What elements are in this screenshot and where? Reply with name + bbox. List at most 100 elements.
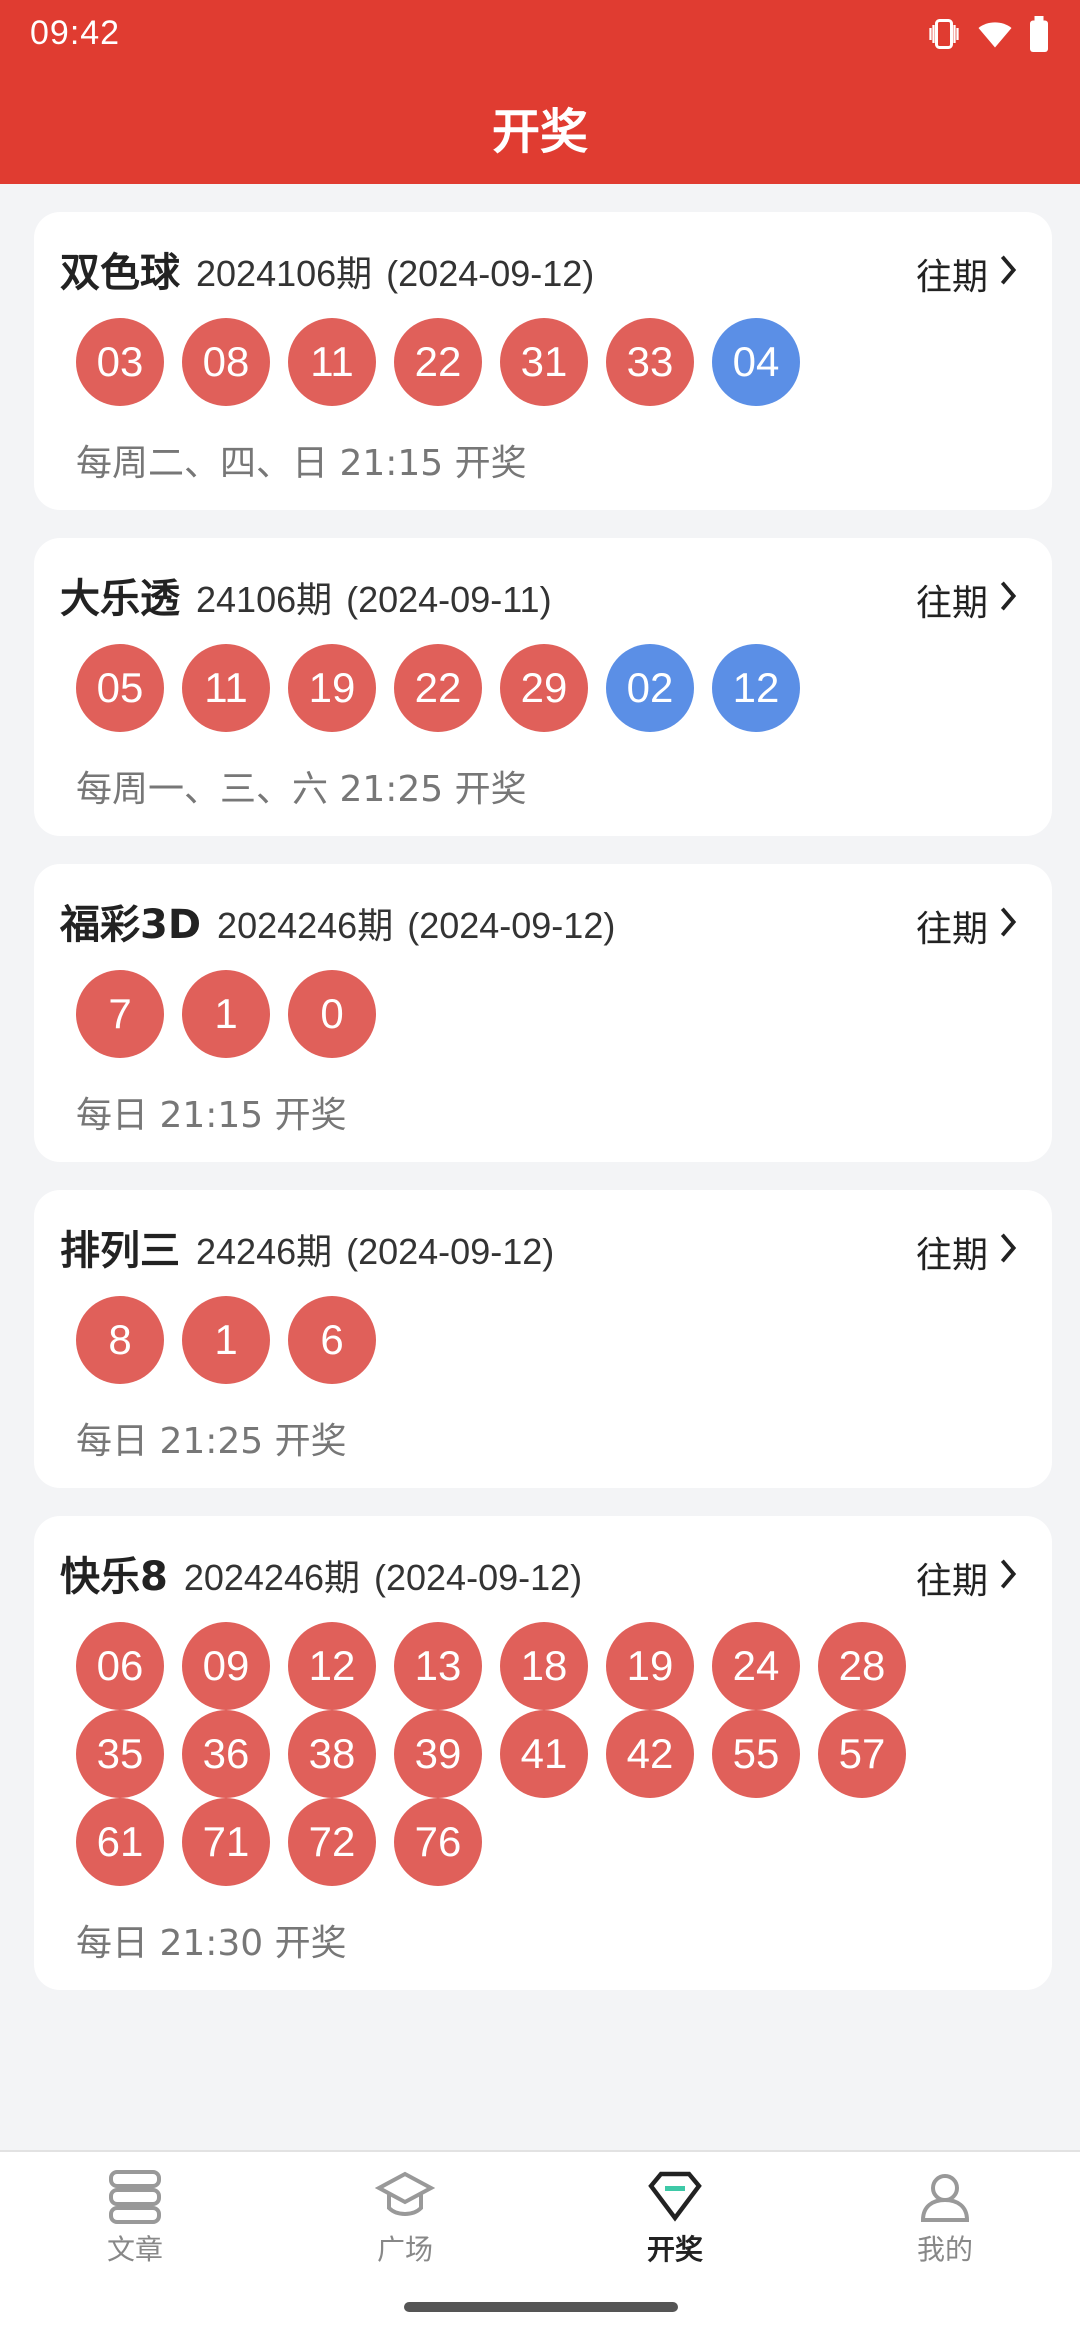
draw-schedule: 每日 21:30 开奖 [76, 1923, 347, 1964]
red-ball: 39 [394, 1710, 482, 1798]
lottery-issue: 24246期 [196, 1231, 333, 1272]
lottery-list: 双色球 2024106期 (2024-09-12) 往期 03 08 11 22… [34, 212, 1052, 2018]
ball-row: 05 11 19 22 29 02 12 [60, 644, 1000, 732]
nav-item-articles[interactable]: 文章 [35, 2168, 235, 2268]
lottery-date: (2024-09-11) [346, 579, 552, 620]
chevron-right-icon [998, 253, 1018, 296]
history-link[interactable]: 往期 [916, 248, 1018, 300]
lottery-issue: 2024246期 [217, 905, 394, 946]
nav-label: 我的 [916, 2233, 973, 2266]
red-ball: 6 [288, 1296, 376, 1384]
home-indicator[interactable] [404, 2302, 678, 2312]
draw-schedule: 每日 21:25 开奖 [76, 1421, 347, 1462]
red-ball: 55 [712, 1710, 800, 1798]
red-ball: 71 [182, 1798, 270, 1886]
red-ball: 76 [394, 1798, 482, 1886]
red-ball: 72 [288, 1798, 376, 1886]
nav-label: 开奖 [646, 2233, 703, 2266]
red-ball: 35 [76, 1710, 164, 1798]
red-ball: 11 [288, 318, 376, 406]
lottery-name: 大乐透 [60, 576, 180, 622]
red-ball: 41 [500, 1710, 588, 1798]
lottery-name: 排列三 [60, 1228, 180, 1274]
red-ball: 8 [76, 1296, 164, 1384]
red-ball: 36 [182, 1710, 270, 1798]
blue-ball: 02 [606, 644, 694, 732]
history-label: 往期 [915, 257, 988, 298]
lottery-date: (2024-09-12) [374, 1557, 583, 1598]
vibrate-icon [926, 16, 962, 52]
lottery-card-ssq[interactable]: 双色球 2024106期 (2024-09-12) 往期 03 08 11 22… [34, 212, 1052, 510]
red-ball: 7 [76, 970, 164, 1058]
page-title: 开奖 [491, 104, 588, 160]
lottery-card-kl8[interactable]: 快乐8 2024246期 (2024-09-12) 往期 06 09 12 13… [34, 1516, 1052, 1990]
red-ball: 24 [712, 1622, 800, 1710]
wifi-icon [976, 16, 1014, 52]
lottery-issue: 24106期 [196, 579, 333, 620]
red-ball: 19 [606, 1622, 694, 1710]
ball-row: 03 08 11 22 31 33 04 [60, 318, 1000, 406]
red-ball: 13 [394, 1622, 482, 1710]
red-ball: 06 [76, 1622, 164, 1710]
history-label: 往期 [915, 1561, 988, 1602]
red-ball: 05 [76, 644, 164, 732]
chevron-right-icon [998, 579, 1018, 622]
nav-item-lottery[interactable]: 开奖 [575, 2168, 775, 2268]
red-ball: 22 [394, 644, 482, 732]
lottery-card-fc3d[interactable]: 福彩3D 2024246期 (2024-09-12) 往期 7 1 0 每日 2… [34, 864, 1052, 1162]
lottery-name: 快乐8 [60, 1554, 168, 1600]
history-link[interactable]: 往期 [916, 900, 1018, 952]
red-ball: 61 [76, 1798, 164, 1886]
chevron-right-icon [998, 1231, 1018, 1274]
history-link[interactable]: 往期 [916, 1226, 1018, 1278]
lottery-name: 福彩3D [60, 902, 202, 948]
article-icon [35, 2168, 235, 2224]
red-ball: 29 [500, 644, 588, 732]
red-ball: 33 [606, 318, 694, 406]
red-ball: 11 [182, 644, 270, 732]
lottery-date: (2024-09-12) [346, 1231, 555, 1272]
lottery-issue: 2024246期 [183, 1557, 360, 1598]
history-link[interactable]: 往期 [916, 574, 1018, 626]
red-ball: 18 [500, 1622, 588, 1710]
history-link[interactable]: 往期 [916, 1552, 1018, 1604]
red-ball: 19 [288, 644, 376, 732]
nav-item-square[interactable]: 广场 [305, 2168, 505, 2268]
status-bar: 09:42 [0, 0, 1080, 72]
draw-schedule: 每日 21:15 开奖 [76, 1095, 347, 1136]
blue-ball: 04 [712, 318, 800, 406]
history-label: 往期 [915, 1235, 988, 1276]
profile-icon [845, 2168, 1045, 2224]
square-icon [305, 2168, 505, 2224]
red-ball: 38 [288, 1710, 376, 1798]
ball-grid: 06 09 12 13 18 19 24 28 35 36 38 39 41 4… [60, 1622, 1000, 1886]
nav-label: 文章 [106, 2233, 163, 2266]
nav-item-profile[interactable]: 我的 [845, 2168, 1045, 2268]
status-icons [926, 16, 1050, 52]
status-time: 09:42 [30, 14, 121, 52]
ball-row: 8 1 6 [60, 1296, 1000, 1384]
history-label: 往期 [915, 583, 988, 624]
lottery-card-dlt[interactable]: 大乐透 24106期 (2024-09-11) 往期 05 11 19 22 2… [34, 538, 1052, 836]
red-ball: 31 [500, 318, 588, 406]
history-label: 往期 [915, 909, 988, 950]
battery-icon [1028, 16, 1050, 52]
red-ball: 1 [182, 1296, 270, 1384]
lottery-icon [575, 2168, 775, 2224]
ball-row: 7 1 0 [60, 970, 1000, 1058]
red-ball: 08 [182, 318, 270, 406]
chevron-right-icon [998, 1557, 1018, 1600]
lottery-date: (2024-09-12) [407, 905, 616, 946]
lottery-date: (2024-09-12) [386, 253, 595, 294]
chevron-right-icon [998, 905, 1018, 948]
red-ball: 03 [76, 318, 164, 406]
app-header: 09:42 开奖 [0, 0, 1080, 184]
red-ball: 0 [288, 970, 376, 1058]
nav-label: 广场 [376, 2233, 433, 2266]
lottery-issue: 2024106期 [196, 253, 373, 294]
lottery-name: 双色球 [60, 250, 180, 296]
lottery-card-pl3[interactable]: 排列三 24246期 (2024-09-12) 往期 8 1 6 每日 21:2… [34, 1190, 1052, 1488]
red-ball: 28 [818, 1622, 906, 1710]
red-ball: 12 [288, 1622, 376, 1710]
blue-ball: 12 [712, 644, 800, 732]
